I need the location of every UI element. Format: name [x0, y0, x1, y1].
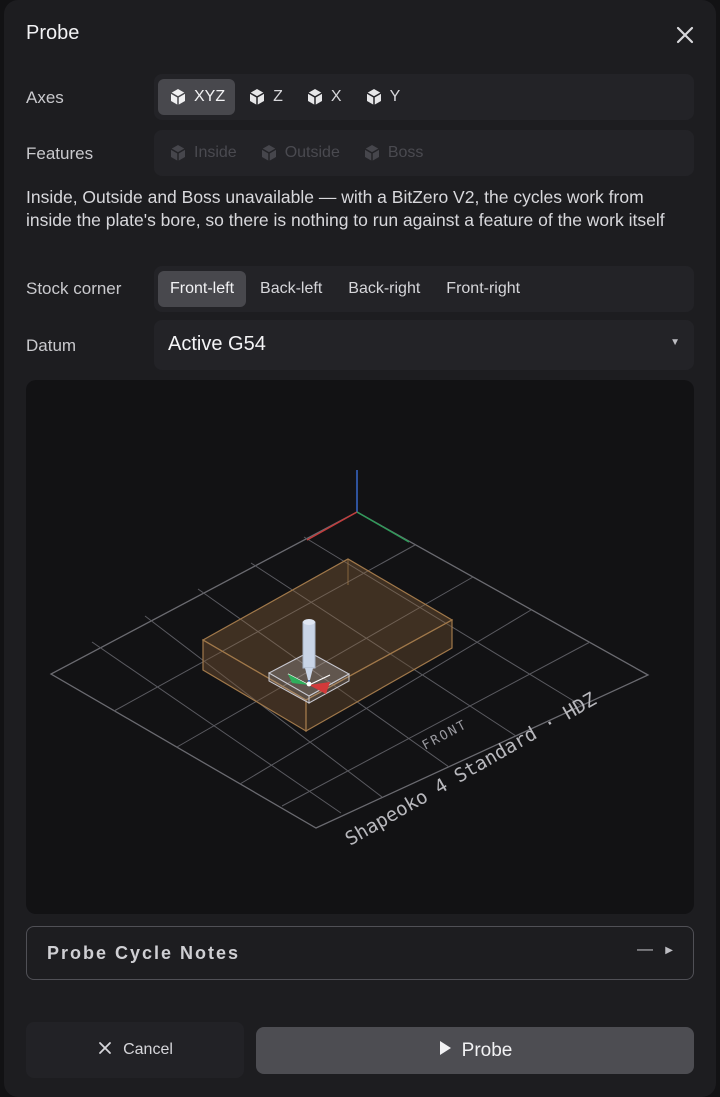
cube-icon	[364, 145, 380, 161]
axes-option-x[interactable]: X	[295, 79, 352, 115]
play-icon	[438, 1040, 452, 1062]
corner-option-back-left[interactable]: Back-left	[248, 271, 334, 307]
probe-dialog: Probe Axes XYZ Z X Y Features Inside Out…	[4, 0, 716, 1097]
axes-option-label: XYZ	[194, 88, 226, 105]
features-selector: Inside Outside Boss	[154, 130, 694, 176]
close-icon	[97, 1040, 113, 1061]
stock-block	[201, 558, 454, 733]
probe-3d-viewport[interactable]: FRONT Shapeoko 4 Standard · HDZ	[26, 380, 694, 914]
datum-value: Active G54	[168, 333, 266, 355]
corner-option-back-right[interactable]: Back-right	[336, 271, 432, 307]
notes-collapsed-indicator: —	[637, 941, 653, 958]
cube-icon	[366, 89, 381, 105]
axes-option-label: X	[330, 88, 342, 105]
axes-option-xyz[interactable]: XYZ	[158, 79, 236, 115]
cancel-label: Cancel	[123, 1041, 173, 1058]
stock-corner-selector: Front-left Back-left Back-right Front-ri…	[154, 266, 694, 312]
features-unavailable-notice: Inside, Outside and Boss unavailable — w…	[26, 187, 665, 230]
close-icon[interactable]	[672, 22, 698, 48]
axes-option-y[interactable]: Y	[354, 79, 411, 115]
feature-option-outside: Outside	[249, 135, 350, 171]
origin-triad-icon	[306, 470, 410, 543]
machine-scene: FRONT Shapeoko 4 Standard · HDZ	[49, 470, 650, 850]
feature-option-label: Boss	[387, 144, 424, 161]
cube-icon	[249, 89, 265, 105]
dialog-title: Probe	[26, 22, 80, 44]
features-label: Features	[26, 144, 94, 163]
axes-option-label: Z	[273, 88, 283, 105]
cube-icon	[261, 145, 277, 161]
feature-option-label: Outside	[284, 144, 340, 161]
front-label: FRONT	[420, 717, 470, 753]
stock-corner-label: Stock corner	[26, 279, 122, 298]
cube-icon	[307, 89, 323, 105]
feature-option-label: Inside	[194, 144, 237, 161]
feature-option-inside: Inside	[158, 135, 247, 171]
probe-label: Probe	[461, 1039, 513, 1061]
axes-option-z[interactable]: Z	[237, 79, 293, 115]
datum-select[interactable]: Active G54 ▼	[154, 320, 694, 370]
cube-icon	[170, 145, 186, 161]
caret-down-icon: ▼	[670, 337, 680, 348]
caret-right-icon: ▶	[665, 945, 673, 956]
probe-button[interactable]: Probe	[256, 1027, 694, 1074]
corner-option-front-right[interactable]: Front-right	[434, 271, 532, 307]
axes-label: Axes	[26, 88, 64, 107]
corner-option-front-left[interactable]: Front-left	[158, 271, 247, 307]
axes-option-label: Y	[389, 88, 401, 105]
machine-label: Shapeoko 4 Standard · HDZ	[342, 688, 601, 850]
axes-selector: XYZ Z X Y	[154, 74, 694, 120]
cube-icon	[170, 89, 186, 105]
notes-title: Probe Cycle Notes	[47, 943, 241, 963]
cancel-button[interactable]: Cancel	[26, 1022, 244, 1078]
probe-cycle-notes-panel[interactable]: Probe Cycle Notes — ▶	[26, 926, 694, 980]
feature-option-boss: Boss	[352, 135, 434, 171]
datum-label: Datum	[26, 336, 77, 355]
